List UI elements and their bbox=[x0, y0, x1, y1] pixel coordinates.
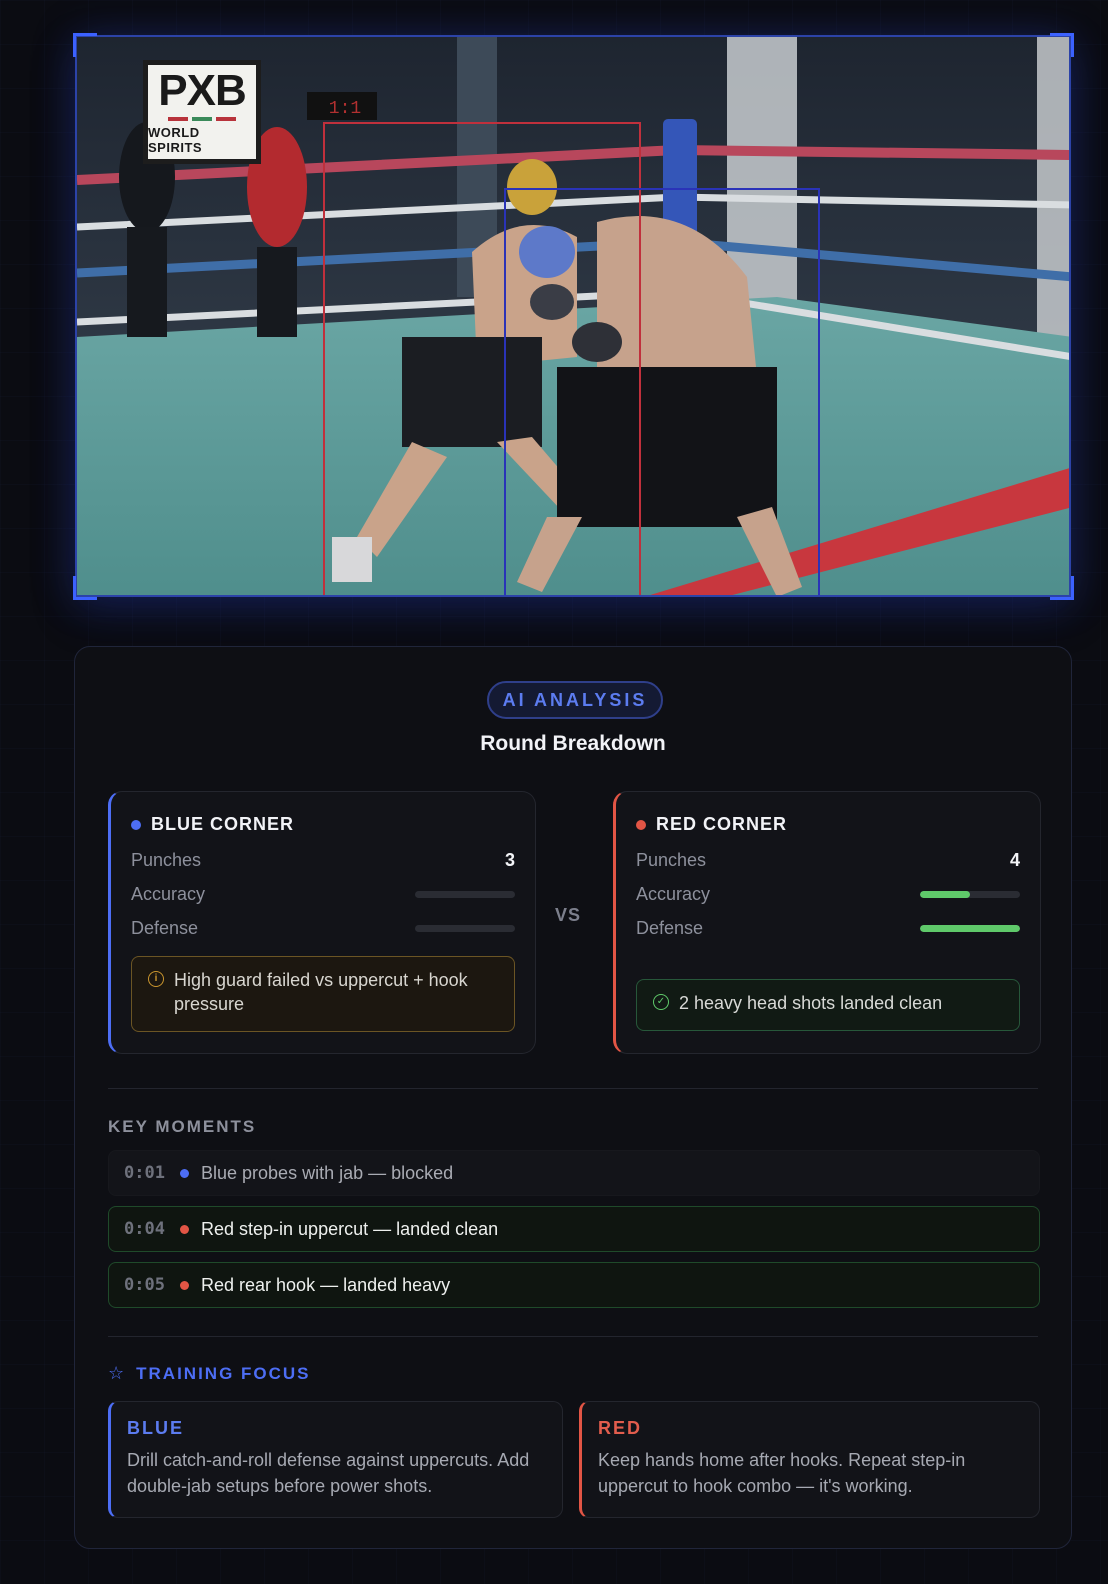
red-accuracy-row: Accuracy bbox=[636, 882, 1020, 906]
red-training-text: Keep hands home after hooks. Repeat step… bbox=[598, 1450, 966, 1496]
moment-time: 0:05 bbox=[124, 1275, 165, 1295]
red-note-text: 2 heavy head shots landed clean bbox=[679, 993, 943, 1013]
svg-text:1:1: 1:1 bbox=[329, 99, 361, 119]
moment-text: Blue probes with jab — blocked bbox=[201, 1162, 454, 1183]
frame-corner-bottom-right bbox=[1050, 576, 1074, 600]
blue-corner-name: BLUE CORNER bbox=[151, 814, 295, 834]
vs-label: VS bbox=[555, 905, 582, 925]
stat-label: Defense bbox=[131, 917, 199, 938]
frame-corner-bottom-left bbox=[73, 576, 97, 600]
frame-corner-top-left bbox=[73, 33, 97, 57]
stat-label: Punches bbox=[636, 849, 707, 870]
blue-dot-icon bbox=[131, 819, 141, 830]
moment-text: Red step-in uppercut — landed clean bbox=[201, 1218, 499, 1239]
blue-warning-note: i High guard failed vs uppercut + hook p… bbox=[131, 956, 515, 1032]
blue-accuracy-bar bbox=[415, 890, 515, 898]
stat-label: Accuracy bbox=[131, 883, 206, 904]
logo-mark: PXB bbox=[158, 66, 246, 115]
red-defense-bar bbox=[920, 924, 1020, 932]
blue-training-card: BLUE Drill catch-and-roll defense agains… bbox=[108, 1401, 563, 1518]
divider bbox=[108, 1336, 1038, 1337]
red-accuracy-bar bbox=[920, 890, 1020, 898]
frame-corner-top-right bbox=[1050, 33, 1074, 57]
training-focus-label: TRAINING FOCUS bbox=[136, 1363, 311, 1383]
ai-analysis-badge: AI ANALYSIS bbox=[487, 681, 663, 719]
red-corner-header: RED CORNER bbox=[636, 814, 787, 835]
stat-label: Punches bbox=[131, 849, 202, 870]
blue-accuracy-row: Accuracy bbox=[131, 882, 515, 906]
moment-time: 0:04 bbox=[124, 1219, 165, 1239]
blue-note-text: High guard failed vs uppercut + hook pre… bbox=[174, 970, 468, 1014]
check-circle-icon: ✓ bbox=[653, 994, 669, 1010]
video-frame[interactable]: 1:1 PXB WORLD SPIRITS bbox=[75, 35, 1071, 597]
logo-subtitle: WORLD SPIRITS bbox=[148, 125, 203, 155]
red-dot-icon bbox=[636, 819, 646, 830]
key-moment-item[interactable]: 0:04 Red step-in uppercut — landed clean bbox=[108, 1206, 1040, 1252]
logo-stripes bbox=[168, 117, 236, 121]
pxb-logo: PXB WORLD SPIRITS bbox=[143, 60, 261, 164]
red-defense-row: Defense bbox=[636, 916, 1020, 940]
blue-fighter-detection-box bbox=[504, 188, 820, 595]
blue-training-title: BLUE bbox=[127, 1418, 184, 1438]
blue-defense-row: Defense bbox=[131, 916, 515, 940]
key-moments-heading: KEY MOMENTS bbox=[108, 1117, 257, 1136]
blue-training-text: Drill catch-and-roll defense against upp… bbox=[127, 1450, 530, 1496]
blue-corner-header: BLUE CORNER bbox=[131, 814, 294, 835]
moment-text: Red rear hook — landed heavy bbox=[201, 1274, 451, 1295]
panel-title: Round Breakdown bbox=[480, 732, 666, 755]
blue-defense-bar bbox=[415, 924, 515, 932]
moment-time: 0:01 bbox=[124, 1163, 165, 1183]
bar-fill bbox=[920, 890, 970, 898]
blue-punches-value: 3 bbox=[504, 849, 515, 870]
blue-punches-row: Punches 3 bbox=[131, 848, 515, 872]
red-corner-card: RED CORNER Punches 4 Accuracy Defense ✓ … bbox=[613, 791, 1041, 1054]
stat-label: Accuracy bbox=[636, 883, 711, 904]
analysis-panel: AI ANALYSIS Round Breakdown BLUE CORNER … bbox=[74, 646, 1072, 1549]
stat-label: Defense bbox=[636, 917, 704, 938]
red-punches-value: 4 bbox=[1009, 849, 1020, 870]
key-moment-item[interactable]: 0:01 Blue probes with jab — blocked bbox=[108, 1150, 1040, 1196]
red-dot-icon bbox=[180, 1280, 189, 1290]
key-moment-item[interactable]: 0:05 Red rear hook — landed heavy bbox=[108, 1262, 1040, 1308]
info-icon: i bbox=[148, 971, 164, 987]
star-icon: ☆ bbox=[108, 1363, 127, 1383]
bar-fill bbox=[920, 924, 1020, 932]
red-success-note: ✓ 2 heavy head shots landed clean bbox=[636, 979, 1020, 1031]
red-training-title: RED bbox=[598, 1418, 643, 1438]
blue-corner-card: BLUE CORNER Punches 3 Accuracy Defense i… bbox=[108, 791, 536, 1054]
blue-dot-icon bbox=[180, 1168, 189, 1178]
divider bbox=[108, 1088, 1038, 1089]
training-focus-heading: ☆ TRAINING FOCUS bbox=[108, 1363, 311, 1384]
red-training-card: RED Keep hands home after hooks. Repeat … bbox=[579, 1401, 1040, 1518]
red-punches-row: Punches 4 bbox=[636, 848, 1020, 872]
red-dot-icon bbox=[180, 1224, 189, 1234]
red-corner-name: RED CORNER bbox=[656, 814, 788, 834]
